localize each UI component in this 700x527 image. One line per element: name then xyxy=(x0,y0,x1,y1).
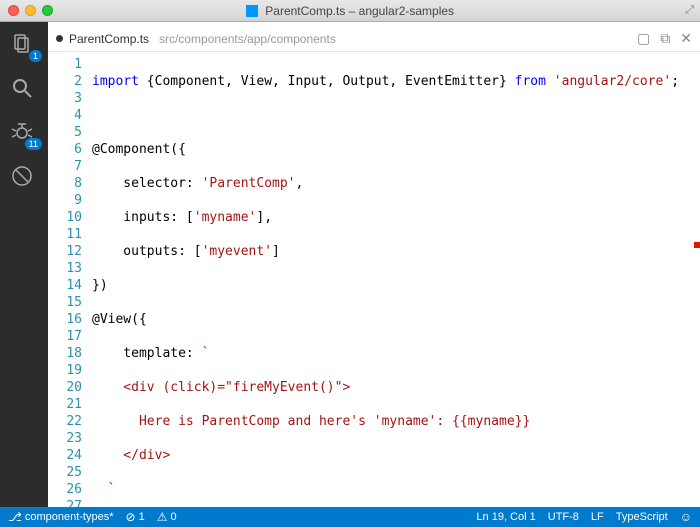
status-branch[interactable]: ⎇component-types* xyxy=(8,510,114,524)
git-branch-icon: ⎇ xyxy=(8,510,22,524)
line-number: 20 xyxy=(48,379,82,396)
status-encoding[interactable]: UTF-8 xyxy=(548,511,579,523)
line-number: 16 xyxy=(48,311,82,328)
line-number-gutter: 1234567891011121314151617181920212223242… xyxy=(48,52,92,507)
close-window-button[interactable] xyxy=(8,5,19,16)
code-editor[interactable]: 1234567891011121314151617181920212223242… xyxy=(48,52,700,507)
line-number: 25 xyxy=(48,464,82,481)
line-number: 26 xyxy=(48,481,82,498)
tab-actions: ▢ ⧉ ✕ xyxy=(637,30,692,47)
line-number: 14 xyxy=(48,277,82,294)
minimize-window-button[interactable] xyxy=(25,5,36,16)
line-number: 19 xyxy=(48,362,82,379)
line-number: 2 xyxy=(48,73,82,90)
line-number: 21 xyxy=(48,396,82,413)
zoom-window-button[interactable] xyxy=(42,5,53,16)
status-language[interactable]: TypeScript xyxy=(616,511,668,523)
editor-area: ParentComp.ts src/components/app/compone… xyxy=(48,22,700,507)
activity-search[interactable] xyxy=(10,76,38,104)
window-titlebar: ParentComp.ts – angular2-samples ⤢ xyxy=(0,0,700,22)
line-number: 22 xyxy=(48,413,82,430)
split-editor-icon[interactable]: ▢ xyxy=(637,30,650,47)
close-tab-icon[interactable]: ✕ xyxy=(680,30,692,47)
status-errors[interactable]: ⊘1 xyxy=(126,510,145,524)
status-eol[interactable]: LF xyxy=(591,511,604,523)
activity-bar: 1 11 xyxy=(0,22,48,507)
activity-explorer[interactable]: 1 xyxy=(10,32,38,60)
line-number: 23 xyxy=(48,430,82,447)
tab-filename: ParentComp.ts xyxy=(69,32,149,46)
traffic-lights xyxy=(0,5,53,16)
feedback-icon[interactable]: ☺ xyxy=(680,510,692,524)
line-number: 27 xyxy=(48,498,82,507)
line-number: 3 xyxy=(48,90,82,107)
line-number: 1 xyxy=(48,56,82,73)
warning-icon: ⚠ xyxy=(157,510,168,524)
status-cursor[interactable]: Ln 19, Col 1 xyxy=(476,511,535,523)
line-number: 24 xyxy=(48,447,82,464)
line-number: 18 xyxy=(48,345,82,362)
code-lines[interactable]: import {Component, View, Input, Output, … xyxy=(92,52,700,507)
vscode-icon xyxy=(246,5,258,17)
explorer-badge: 1 xyxy=(29,50,42,62)
activity-debug[interactable]: 11 xyxy=(10,120,38,148)
line-number: 6 xyxy=(48,141,82,158)
activity-extensions[interactable] xyxy=(10,164,38,192)
line-number: 17 xyxy=(48,328,82,345)
main-area: 1 11 ParentComp.ts src/components/app/co… xyxy=(0,22,700,507)
line-number: 4 xyxy=(48,107,82,124)
line-number: 15 xyxy=(48,294,82,311)
line-number: 10 xyxy=(48,209,82,226)
fullscreen-icon[interactable]: ⤢ xyxy=(685,4,694,17)
line-number: 12 xyxy=(48,243,82,260)
active-tab[interactable]: ParentComp.ts src/components/app/compone… xyxy=(56,32,336,46)
error-marker-icon[interactable] xyxy=(694,242,700,248)
window-title: ParentComp.ts – angular2-samples xyxy=(0,3,700,18)
line-number: 9 xyxy=(48,192,82,209)
error-icon: ⊘ xyxy=(126,510,136,524)
line-number: 7 xyxy=(48,158,82,175)
line-number: 11 xyxy=(48,226,82,243)
dirty-indicator-icon xyxy=(56,35,63,42)
line-number: 8 xyxy=(48,175,82,192)
debug-badge: 11 xyxy=(25,138,42,150)
tab-path: src/components/app/components xyxy=(159,32,336,46)
status-warnings[interactable]: ⚠0 xyxy=(157,510,177,524)
line-number: 5 xyxy=(48,124,82,141)
toggle-panel-icon[interactable]: ⧉ xyxy=(660,30,670,47)
line-number: 13 xyxy=(48,260,82,277)
status-bar: ⎇component-types* ⊘1 ⚠0 Ln 19, Col 1 UTF… xyxy=(0,507,700,527)
tab-bar: ParentComp.ts src/components/app/compone… xyxy=(48,22,700,52)
